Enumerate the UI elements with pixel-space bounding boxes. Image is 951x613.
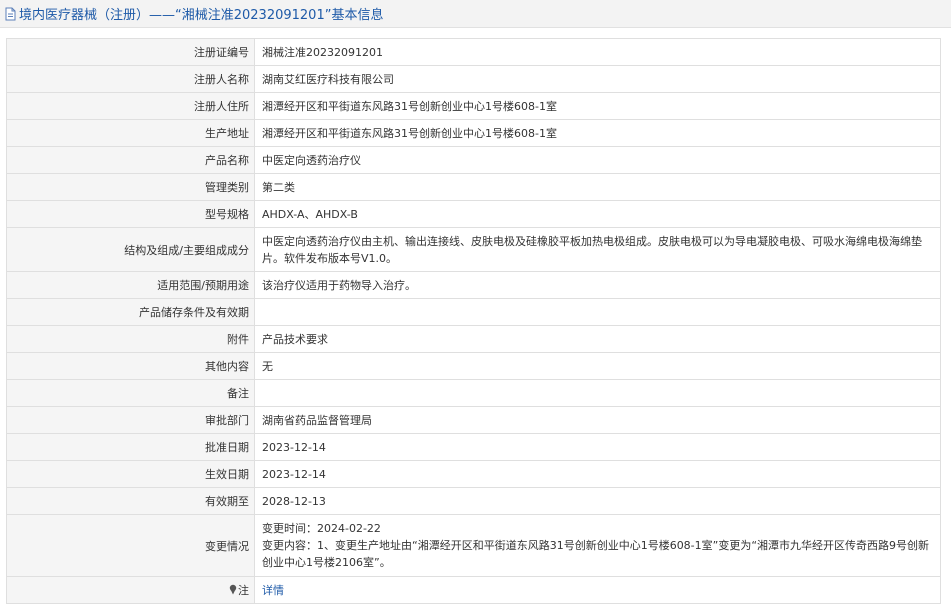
page-title: 境内医疗器械（注册）——“湘械注准20232091201”基本信息 (19, 8, 384, 23)
pin-icon (229, 584, 237, 595)
field-value: 无 (254, 352, 941, 380)
table-row: 型号规格 AHDX-A、AHDX-B (6, 200, 941, 228)
field-label: 适用范围/预期用途 (6, 271, 255, 299)
field-label: 产品储存条件及有效期 (6, 298, 255, 326)
table-row: 注册人住所 湘潭经开区和平街道东风路31号创新创业中心1号楼608-1室 (6, 92, 941, 120)
table-row: 产品储存条件及有效期 (6, 298, 941, 326)
table-row: 产品名称 中医定向透药治疗仪 (6, 146, 941, 174)
change-label: 变更情况 (6, 514, 255, 577)
table-row: 生产地址 湘潭经开区和平街道东风路31号创新创业中心1号楼608-1室 (6, 119, 941, 147)
details-link[interactable]: 详情 (262, 584, 284, 597)
info-table: 注册证编号 湘械注准20232091201 注册人名称 湖南艾红医疗科技有限公司… (6, 38, 941, 604)
change-time: 变更时间：2024-02-22 (262, 522, 381, 535)
field-label: 生效日期 (6, 460, 255, 488)
field-value (254, 379, 941, 407)
field-label: 结构及组成/主要组成成分 (6, 227, 255, 272)
change-value: 变更时间：2024-02-22 变更内容：1、变更生产地址由“湘潭经开区和平街道… (254, 514, 941, 577)
change-row: 变更情况 变更时间：2024-02-22 变更内容：1、变更生产地址由“湘潭经开… (6, 514, 941, 577)
field-label: 批准日期 (6, 433, 255, 461)
table-row: 审批部门 湖南省药品监督管理局 (6, 406, 941, 434)
field-label: 其他内容 (6, 352, 255, 380)
note-label-cell: 注 (6, 576, 255, 604)
field-label: 注册证编号 (6, 38, 255, 66)
field-value: 湘潭经开区和平街道东风路31号创新创业中心1号楼608-1室 (254, 119, 941, 147)
field-label: 管理类别 (6, 173, 255, 201)
field-label: 注册人住所 (6, 92, 255, 120)
change-content: 变更内容：1、变更生产地址由“湘潭经开区和平街道东风路31号创新创业中心1号楼6… (262, 539, 930, 569)
table-row: 注册人名称 湖南艾红医疗科技有限公司 (6, 65, 941, 93)
note-value: 详情 (254, 576, 941, 604)
field-label: 产品名称 (6, 146, 255, 174)
field-value: 中医定向透药治疗仪由主机、输出连接线、皮肤电极及硅橡胶平板加热电极组成。皮肤电极… (254, 227, 941, 272)
info-table-container: 注册证编号 湘械注准20232091201 注册人名称 湖南艾红医疗科技有限公司… (6, 38, 941, 604)
field-value: 中医定向透药治疗仪 (254, 146, 941, 174)
field-value: 湖南艾红医疗科技有限公司 (254, 65, 941, 93)
field-value: 该治疗仪适用于药物导入治疗。 (254, 271, 941, 299)
field-value: 2028-12-13 (254, 487, 941, 515)
table-row: 结构及组成/主要组成成分 中医定向透药治疗仪由主机、输出连接线、皮肤电极及硅橡胶… (6, 227, 941, 272)
table-row: 适用范围/预期用途 该治疗仪适用于药物导入治疗。 (6, 271, 941, 299)
field-label: 审批部门 (6, 406, 255, 434)
table-row: 附件 产品技术要求 (6, 325, 941, 353)
table-row: 批准日期 2023-12-14 (6, 433, 941, 461)
field-value: 湖南省药品监督管理局 (254, 406, 941, 434)
field-label: 注册人名称 (6, 65, 255, 93)
field-value: 第二类 (254, 173, 941, 201)
table-row: 备注 (6, 379, 941, 407)
table-row: 生效日期 2023-12-14 (6, 460, 941, 488)
note-label: 注 (238, 584, 249, 597)
table-row: 其他内容 无 (6, 352, 941, 380)
document-icon (5, 7, 16, 20)
field-value (254, 298, 941, 326)
table-row: 注册证编号 湘械注准20232091201 (6, 38, 941, 66)
field-label: 生产地址 (6, 119, 255, 147)
note-row: 注 详情 (6, 576, 941, 604)
field-label: 备注 (6, 379, 255, 407)
field-value: 2023-12-14 (254, 460, 941, 488)
table-row: 有效期至 2028-12-13 (6, 487, 941, 515)
field-label: 附件 (6, 325, 255, 353)
field-label: 型号规格 (6, 200, 255, 228)
table-row: 管理类别 第二类 (6, 173, 941, 201)
field-label: 有效期至 (6, 487, 255, 515)
field-value: 2023-12-14 (254, 433, 941, 461)
field-value: 产品技术要求 (254, 325, 941, 353)
field-value: 湘潭经开区和平街道东风路31号创新创业中心1号楼608-1室 (254, 92, 941, 120)
field-value: 湘械注准20232091201 (254, 38, 941, 66)
field-value: AHDX-A、AHDX-B (254, 200, 941, 228)
page-header: 境内医疗器械（注册）——“湘械注准20232091201”基本信息 (0, 0, 951, 28)
